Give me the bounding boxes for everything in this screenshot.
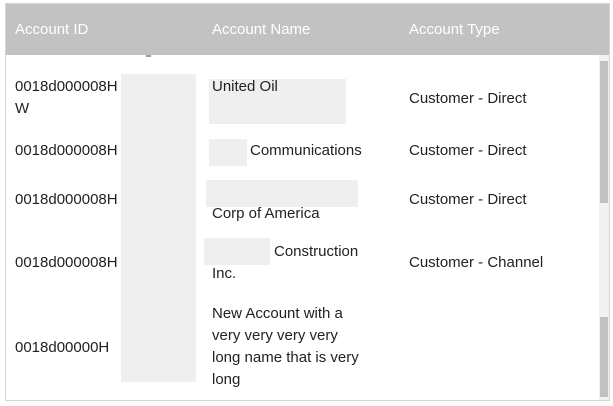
table-row[interactable]: 0018d000008H Construction Inc. Customer … xyxy=(6,232,598,294)
account-type-cell: Customer - Direct xyxy=(409,191,527,208)
table-row[interactable]: 0018d00000H New Account with a very very… xyxy=(6,298,598,398)
account-name-cell[interactable]: United Oil xyxy=(212,76,372,98)
account-id-cell: 0018d000008HW xyxy=(15,78,118,117)
account-type-cell: Customer - Direct xyxy=(409,142,527,159)
column-header-account-id[interactable]: Account ID xyxy=(15,4,88,55)
account-name-cell[interactable]: Communications xyxy=(250,140,410,162)
table-row[interactable]: 0018d000008H Communications Customer - D… xyxy=(6,128,598,178)
table-row[interactable]: 0018d000008H Corp of America Customer - … xyxy=(6,178,598,232)
vertical-scrollbar[interactable] xyxy=(599,55,609,400)
redacted-name xyxy=(209,139,247,166)
column-header-account-name[interactable]: Account Name xyxy=(212,4,310,55)
account-name-cell[interactable]: Corp of America xyxy=(212,203,372,225)
accounts-table: Account ID Account Name Account Type 001… xyxy=(5,3,610,401)
scroll-fragment xyxy=(146,55,151,57)
table-header: Account ID Account Name Account Type xyxy=(6,4,609,55)
account-id-cell: 0018d000008H xyxy=(15,142,118,159)
account-type-cell: Customer - Channel xyxy=(409,254,544,271)
scrollbar-thumb-lower[interactable] xyxy=(600,317,608,397)
account-name-cell[interactable]: New Account with a very very very very l… xyxy=(212,303,370,391)
column-header-account-type[interactable]: Account Type xyxy=(409,4,500,55)
account-type-cell: Customer - Direct xyxy=(409,90,527,107)
account-id-cell: 0018d000008H xyxy=(15,254,118,271)
table-body[interactable]: 0018d000008HW United Oil Customer - Dire… xyxy=(6,55,598,400)
scrollbar-thumb[interactable] xyxy=(600,61,608,203)
table-row[interactable]: 0018d000008HW United Oil Customer - Dire… xyxy=(6,74,598,128)
account-id-cell: 0018d000008H xyxy=(15,191,118,208)
account-id-cell: 0018d00000H xyxy=(15,339,110,356)
account-name-cell[interactable]: Construction Inc. xyxy=(212,241,377,285)
